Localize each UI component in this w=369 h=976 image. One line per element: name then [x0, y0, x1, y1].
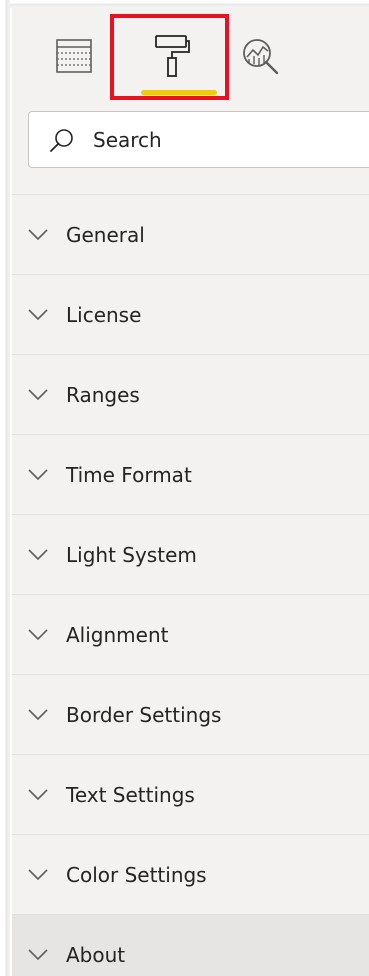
- search-placeholder: Search: [93, 127, 162, 152]
- search-icon: [47, 125, 77, 155]
- section-alignment[interactable]: Alignment: [12, 594, 369, 674]
- section-color-settings[interactable]: Color Settings: [12, 834, 369, 914]
- visualizations-format-pane: Search General License Ranges Time Forma…: [12, 8, 369, 976]
- chevron-down-icon: [26, 383, 50, 407]
- section-label: Light System: [66, 542, 197, 567]
- section-about[interactable]: About: [12, 914, 369, 976]
- section-label: Alignment: [66, 622, 169, 647]
- section-light-system[interactable]: Light System: [12, 514, 369, 594]
- table-icon: [56, 39, 92, 73]
- window-top-edge: [0, 0, 369, 8]
- section-label: General: [66, 222, 145, 247]
- chevron-down-icon: [26, 303, 50, 327]
- section-label: Color Settings: [66, 862, 207, 887]
- section-ranges[interactable]: Ranges: [12, 354, 369, 434]
- section-label: Text Settings: [66, 782, 195, 807]
- chevron-down-icon: [26, 223, 50, 247]
- chevron-down-icon: [26, 703, 50, 727]
- section-label: Border Settings: [66, 702, 222, 727]
- chevron-down-icon: [26, 943, 50, 967]
- section-label: License: [66, 302, 142, 327]
- chevron-down-icon: [26, 783, 50, 807]
- window-frame: Search General License Ranges Time Forma…: [0, 0, 369, 976]
- chevron-down-icon: [26, 863, 50, 887]
- chevron-down-icon: [26, 543, 50, 567]
- fields-tab[interactable]: [48, 28, 100, 84]
- section-label: Time Format: [66, 462, 192, 487]
- section-label: Ranges: [66, 382, 140, 407]
- analytics-tab[interactable]: [234, 28, 286, 84]
- window-left-edge: [0, 0, 10, 976]
- section-time-format[interactable]: Time Format: [12, 434, 369, 514]
- magnifier-chart-icon: [243, 39, 279, 75]
- format-sections-list: General License Ranges Time Format Light…: [12, 194, 369, 976]
- pane-toolbar: [12, 8, 369, 108]
- chevron-down-icon: [26, 623, 50, 647]
- section-text-settings[interactable]: Text Settings: [12, 754, 369, 834]
- section-general[interactable]: General: [12, 194, 369, 274]
- format-tab-highlight-box: [110, 14, 229, 100]
- section-border-settings[interactable]: Border Settings: [12, 674, 369, 754]
- section-license[interactable]: License: [12, 274, 369, 354]
- chevron-down-icon: [26, 463, 50, 487]
- active-tab-indicator: [141, 90, 217, 95]
- section-label: About: [66, 942, 126, 967]
- search-input[interactable]: Search: [28, 111, 369, 168]
